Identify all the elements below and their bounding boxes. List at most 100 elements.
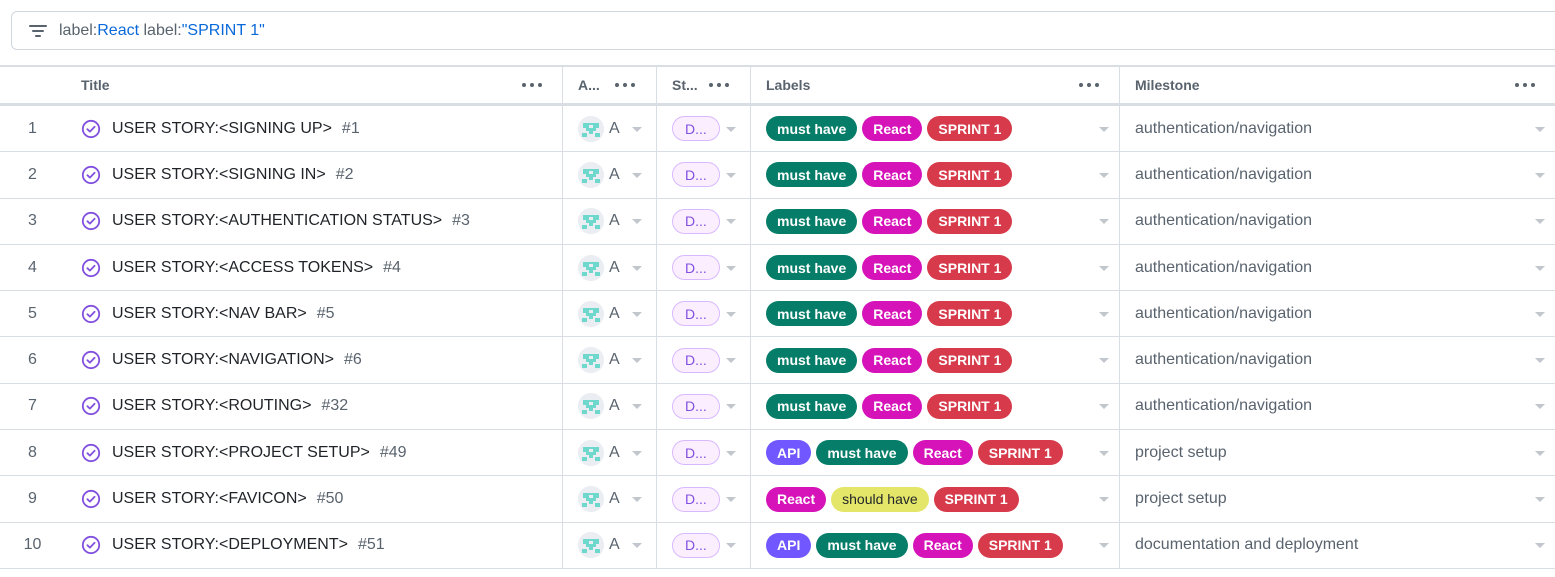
- issue-title-link[interactable]: USER STORY:<FAVICON>: [112, 490, 307, 508]
- title-cell[interactable]: USER STORY:<FAVICON> #50: [65, 476, 563, 522]
- table-row[interactable]: 10 USER STORY:<DEPLOYMENT> #51 A D... AP…: [0, 522, 1555, 569]
- title-cell[interactable]: USER STORY:<ACCESS TOKENS> #4: [65, 244, 563, 291]
- chevron-down-icon[interactable]: [632, 358, 642, 364]
- label-badge[interactable]: React: [862, 208, 923, 234]
- assignees-cell[interactable]: A: [563, 198, 657, 244]
- milestone-cell[interactable]: project setup: [1120, 430, 1555, 475]
- label-badge[interactable]: SPRINT 1: [927, 347, 1013, 373]
- label-badge[interactable]: SPRINT 1: [977, 440, 1063, 466]
- title-cell[interactable]: USER STORY:<ROUTING> #32: [65, 383, 563, 430]
- label-badge[interactable]: SPRINT 1: [927, 162, 1013, 188]
- label-badge[interactable]: must have: [816, 532, 908, 558]
- chevron-down-icon[interactable]: [726, 543, 736, 549]
- milestone-cell[interactable]: authentication/navigation: [1120, 337, 1555, 382]
- status-cell[interactable]: D...: [657, 291, 751, 337]
- header-labels[interactable]: Labels: [751, 67, 1120, 103]
- table-row[interactable]: 9 USER STORY:<FAVICON> #50 A D... React …: [0, 476, 1555, 523]
- labels-cell[interactable]: API must have React SPRINT 1: [751, 430, 1120, 476]
- chevron-down-icon[interactable]: [632, 450, 642, 456]
- title-cell[interactable]: USER STORY:<NAV BAR> #5: [65, 291, 563, 337]
- milestone-cell[interactable]: authentication/navigation: [1120, 152, 1555, 197]
- header-title[interactable]: Title: [65, 67, 563, 103]
- assignees-cell[interactable]: A: [563, 106, 657, 152]
- chevron-down-icon[interactable]: [1535, 126, 1545, 132]
- label-badge[interactable]: SPRINT 1: [927, 301, 1013, 327]
- chevron-down-icon[interactable]: [632, 219, 642, 225]
- label-badge[interactable]: React: [862, 301, 923, 327]
- filter-bar[interactable]: label:React label:"SPRINT 1": [11, 11, 1555, 50]
- chevron-down-icon[interactable]: [726, 219, 736, 225]
- issue-title-link[interactable]: USER STORY:<SIGNING IN>: [112, 166, 326, 184]
- chevron-down-icon[interactable]: [632, 404, 642, 410]
- issue-title-link[interactable]: USER STORY:<AUTHENTICATION STATUS>: [112, 212, 442, 230]
- chevron-down-icon[interactable]: [1535, 311, 1545, 317]
- assignees-cell[interactable]: A: [563, 522, 657, 568]
- status-cell[interactable]: D...: [657, 152, 751, 198]
- chevron-down-icon[interactable]: [726, 172, 736, 178]
- label-badge[interactable]: must have: [766, 116, 858, 142]
- label-badge[interactable]: API: [766, 440, 812, 466]
- chevron-down-icon[interactable]: [1535, 450, 1545, 456]
- status-cell[interactable]: D...: [657, 383, 751, 430]
- label-badge[interactable]: API: [766, 532, 812, 558]
- table-row[interactable]: 3 USER STORY:<AUTHENTICATION STATUS> #3 …: [0, 198, 1555, 245]
- labels-cell[interactable]: must have React SPRINT 1: [751, 291, 1120, 337]
- label-badge[interactable]: SPRINT 1: [927, 393, 1013, 419]
- status-cell[interactable]: D...: [657, 198, 751, 244]
- assignees-cell[interactable]: A: [563, 476, 657, 522]
- chevron-down-icon[interactable]: [1099, 219, 1109, 225]
- label-badge[interactable]: SPRINT 1: [977, 532, 1063, 558]
- milestone-cell[interactable]: authentication/navigation: [1120, 291, 1555, 336]
- table-row[interactable]: 8 USER STORY:<PROJECT SETUP> #49 A D...: [0, 430, 1555, 477]
- status-cell[interactable]: D...: [657, 337, 751, 383]
- chevron-down-icon[interactable]: [726, 358, 736, 364]
- chevron-down-icon[interactable]: [1099, 543, 1109, 549]
- label-badge[interactable]: React: [862, 116, 923, 142]
- table-row[interactable]: 6 USER STORY:<NAVIGATION> #6 A D... must…: [0, 337, 1555, 384]
- column-menu-icon[interactable]: [1079, 83, 1099, 87]
- column-menu-icon[interactable]: [522, 83, 542, 87]
- assignees-cell[interactable]: A: [563, 152, 657, 198]
- chevron-down-icon[interactable]: [1535, 265, 1545, 271]
- header-milestone[interactable]: Milestone: [1120, 67, 1555, 103]
- chevron-down-icon[interactable]: [726, 450, 736, 456]
- labels-cell[interactable]: must have React SPRINT 1: [751, 383, 1120, 430]
- chevron-down-icon[interactable]: [1099, 450, 1109, 456]
- chevron-down-icon[interactable]: [1535, 543, 1545, 549]
- labels-cell[interactable]: must have React SPRINT 1: [751, 152, 1120, 198]
- status-cell[interactable]: D...: [657, 476, 751, 522]
- header-status[interactable]: St...: [657, 67, 751, 103]
- issue-title-link[interactable]: USER STORY:<NAVIGATION>: [112, 351, 334, 369]
- label-badge[interactable]: React: [912, 440, 973, 466]
- chevron-down-icon[interactable]: [1099, 172, 1109, 178]
- issue-title-link[interactable]: USER STORY:<ROUTING>: [112, 397, 311, 415]
- label-badge[interactable]: must have: [766, 255, 858, 281]
- status-cell[interactable]: D...: [657, 106, 751, 152]
- label-badge[interactable]: must have: [766, 301, 858, 327]
- filter-query-input[interactable]: label:React label:"SPRINT 1": [59, 22, 265, 40]
- assignees-cell[interactable]: A: [563, 337, 657, 383]
- label-badge[interactable]: must have: [766, 347, 858, 373]
- label-badge[interactable]: React: [912, 532, 973, 558]
- chevron-down-icon[interactable]: [632, 126, 642, 132]
- label-badge[interactable]: SPRINT 1: [927, 116, 1013, 142]
- label-badge[interactable]: should have: [831, 486, 929, 512]
- chevron-down-icon[interactable]: [726, 404, 736, 410]
- title-cell[interactable]: USER STORY:<AUTHENTICATION STATUS> #3: [65, 198, 563, 244]
- milestone-cell[interactable]: authentication/navigation: [1120, 199, 1555, 244]
- title-cell[interactable]: USER STORY:<DEPLOYMENT> #51: [65, 522, 563, 568]
- title-cell[interactable]: USER STORY:<NAVIGATION> #6: [65, 337, 563, 383]
- chevron-down-icon[interactable]: [1535, 219, 1545, 225]
- chevron-down-icon[interactable]: [632, 265, 642, 271]
- table-row[interactable]: 2 USER STORY:<SIGNING IN> #2 A D... must…: [0, 152, 1555, 199]
- status-cell[interactable]: D...: [657, 430, 751, 476]
- label-badge[interactable]: must have: [766, 208, 858, 234]
- label-badge[interactable]: must have: [816, 440, 908, 466]
- table-row[interactable]: 1 USER STORY:<SIGNING UP> #1 A D... must…: [0, 106, 1555, 153]
- label-badge[interactable]: SPRINT 1: [927, 208, 1013, 234]
- labels-cell[interactable]: must have React SPRINT 1: [751, 106, 1120, 152]
- chevron-down-icon[interactable]: [1099, 265, 1109, 271]
- labels-cell[interactable]: API must have React SPRINT 1: [751, 522, 1120, 568]
- chevron-down-icon[interactable]: [1535, 358, 1545, 364]
- assignees-cell[interactable]: A: [563, 291, 657, 337]
